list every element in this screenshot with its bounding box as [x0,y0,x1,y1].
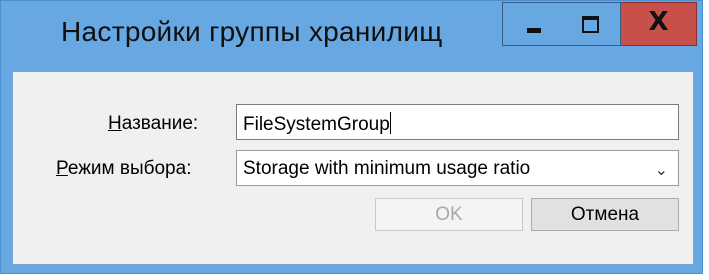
maximize-button[interactable] [561,2,621,46]
name-label: Название: [108,113,198,135]
dialog-window: Настройки группы хранилищ X Название: Fi… [0,0,703,274]
ok-button[interactable]: OK [375,198,523,231]
name-label-text: азвание: [121,113,199,134]
window-title: Настройки группы хранилищ [61,16,443,47]
dialog-body: Название: FileSystemGroup Режим выбора: … [12,71,694,265]
chevron-down-icon[interactable]: ⌄ [655,160,668,179]
text-caret [389,112,391,134]
mode-label: Режим выбора: [56,158,191,180]
close-button[interactable]: X [621,2,697,46]
minimize-icon [527,28,541,33]
mode-label-access-key: Р [56,158,68,179]
selection-mode-dropdown[interactable]: Storage with minimum usage ratio ⌄ [236,150,679,186]
selection-mode-value: Storage with minimum usage ratio [243,158,531,179]
cancel-button[interactable]: Отмена [531,198,679,231]
close-icon: X [648,7,669,37]
name-input[interactable]: FileSystemGroup [236,104,679,140]
mode-label-text: ежим выбора: [67,158,192,179]
name-input-value: FileSystemGroup [243,114,390,135]
maximize-icon [582,16,599,33]
name-label-access-key: Н [108,113,122,134]
minimize-button[interactable] [502,2,562,46]
title-bar[interactable]: Настройки группы хранилищ X [1,1,702,71]
